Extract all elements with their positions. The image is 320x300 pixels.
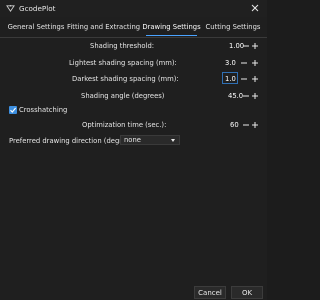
crosshatching-label: Crosshatching (19, 106, 68, 114)
tab-fitting-and-extracting[interactable]: Fitting and Extracting (67, 20, 140, 36)
tab-label: Cutting Settings (205, 23, 261, 31)
active-tab-indicator (146, 35, 197, 36)
optimization-time-label: Optimization time (sec.): (82, 121, 167, 129)
plus-icon[interactable] (251, 59, 259, 67)
darkest-spacing-value[interactable]: 1.0 (225, 75, 236, 83)
chevron-down-icon (171, 139, 175, 142)
checkmark-icon (10, 107, 17, 113)
cancel-button[interactable]: Cancel (194, 286, 226, 299)
minus-icon[interactable] (240, 59, 248, 67)
tab-label: Drawing Settings (142, 23, 201, 31)
preferred-direction-selected: none (124, 136, 141, 144)
plus-icon[interactable] (251, 75, 259, 83)
window-title: GcodePlot (19, 4, 56, 13)
tab-label: General Settings (7, 23, 65, 31)
tab-cutting-settings[interactable]: Cutting Settings (204, 20, 262, 36)
title-bar: GcodePlot (0, 0, 267, 17)
close-icon[interactable] (249, 2, 261, 14)
shading-angle-label: Shading angle (degrees) (81, 92, 165, 100)
lightest-spacing-label: Lightest shading spacing (mm): (69, 59, 177, 67)
crosshatching-checkbox[interactable] (9, 106, 17, 114)
settings-window: GcodePlot General Settings Fitting and E… (0, 0, 267, 300)
minus-icon[interactable] (242, 42, 250, 50)
lightest-spacing-value[interactable]: 3.0 (225, 59, 236, 67)
plus-icon[interactable] (251, 121, 259, 129)
tab-general-settings[interactable]: General Settings (6, 20, 66, 36)
gcodeplot-icon (6, 4, 15, 13)
shading-threshold-label: Shading threshold: (90, 42, 155, 50)
ok-button-label: OK (241, 289, 253, 297)
darkest-spacing-label: Darkest shading spacing (mm): (72, 75, 179, 83)
minus-icon[interactable] (240, 75, 248, 83)
optimization-time-value[interactable]: 60 (230, 121, 239, 129)
shading-angle-value[interactable]: 45.0 (228, 92, 243, 100)
plus-icon[interactable] (251, 42, 259, 50)
tab-bar: General Settings Fitting and Extracting … (0, 20, 267, 38)
plus-icon[interactable] (251, 92, 259, 100)
cancel-button-label: Cancel (198, 289, 222, 297)
ok-button[interactable]: OK (231, 286, 263, 299)
tab-drawing-settings[interactable]: Drawing Settings (140, 20, 203, 36)
preferred-direction-select[interactable]: none (120, 135, 180, 145)
minus-icon[interactable] (242, 92, 250, 100)
tab-label: Fitting and Extracting (67, 23, 141, 31)
minus-icon[interactable] (242, 121, 250, 129)
